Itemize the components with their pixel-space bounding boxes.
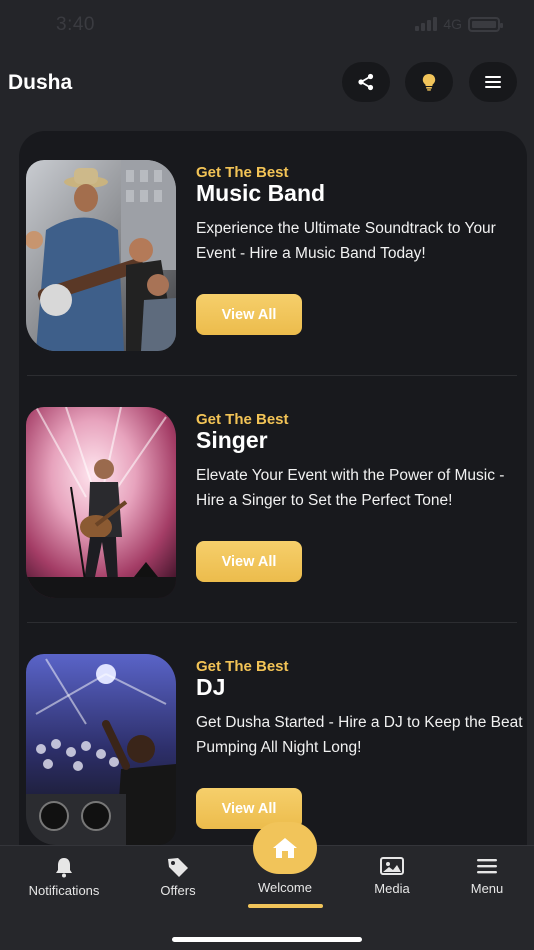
nav-offers[interactable]: Offers (152, 856, 204, 898)
home-indicator[interactable] (172, 937, 362, 942)
nav-menu[interactable]: Menu (462, 856, 512, 896)
service-card-music-band: Get The Best Music Band Experience the U… (26, 160, 520, 370)
brand-title: Dusha (8, 71, 73, 94)
lightbulb-icon (422, 74, 436, 91)
hamburger-icon (485, 76, 501, 88)
card-title: DJ (196, 674, 226, 700)
hamburger-icon (477, 859, 497, 874)
share-button[interactable] (342, 62, 390, 102)
menu-button[interactable] (469, 62, 517, 102)
card-description: Get Dusha Started - Hire a DJ to Keep th… (196, 714, 523, 756)
card-description: Elevate Your Event with the Power of Mus… (196, 467, 505, 509)
card-kicker: Get The Best (196, 411, 289, 428)
network-type: 4G (443, 16, 462, 32)
dj-image[interactable] (26, 654, 176, 845)
view-all-music-band-button[interactable]: View All (196, 294, 302, 335)
nav-label: Notifications (28, 883, 100, 898)
signal-icon (415, 17, 438, 31)
card-kicker: Get The Best (196, 164, 289, 181)
service-card-singer: Get The Best Singer Elevate Your Event w… (26, 407, 520, 617)
tag-icon (168, 858, 188, 877)
singer-image[interactable] (26, 407, 176, 598)
card-description: Experience the Ultimate Soundtrack to Yo… (196, 220, 496, 262)
card-title: Music Band (196, 180, 326, 206)
nav-welcome-button[interactable] (253, 822, 317, 874)
status-time: 3:40 (56, 14, 95, 35)
status-indicators: 4G (415, 16, 503, 32)
share-icon (358, 73, 374, 91)
divider (27, 622, 517, 623)
home-icon (273, 838, 297, 858)
music-band-image[interactable] (26, 160, 176, 351)
nav-label: Menu (470, 881, 504, 896)
status-bar: 3:40 4G (0, 0, 534, 50)
tips-button[interactable] (405, 62, 453, 102)
card-title: Singer (196, 427, 268, 453)
active-tab-indicator (248, 904, 323, 908)
divider (27, 375, 517, 376)
nav-label: Media (374, 881, 410, 896)
image-icon (380, 857, 404, 875)
nav-label: Offers (160, 883, 196, 898)
nav-notifications[interactable]: Notifications (26, 856, 102, 898)
nav-media[interactable]: Media (366, 856, 418, 896)
app-screen: 3:40 4G Dusha Get The Best Music Band Ex… (0, 0, 534, 950)
view-all-singer-button[interactable]: View All (196, 541, 302, 582)
battery-icon (468, 16, 503, 32)
services-panel: Get The Best Music Band Experience the U… (19, 131, 527, 871)
nav-welcome-label: Welcome (258, 880, 312, 895)
card-kicker: Get The Best (196, 658, 289, 675)
app-header: Dusha (0, 60, 534, 104)
bell-icon (56, 858, 72, 878)
